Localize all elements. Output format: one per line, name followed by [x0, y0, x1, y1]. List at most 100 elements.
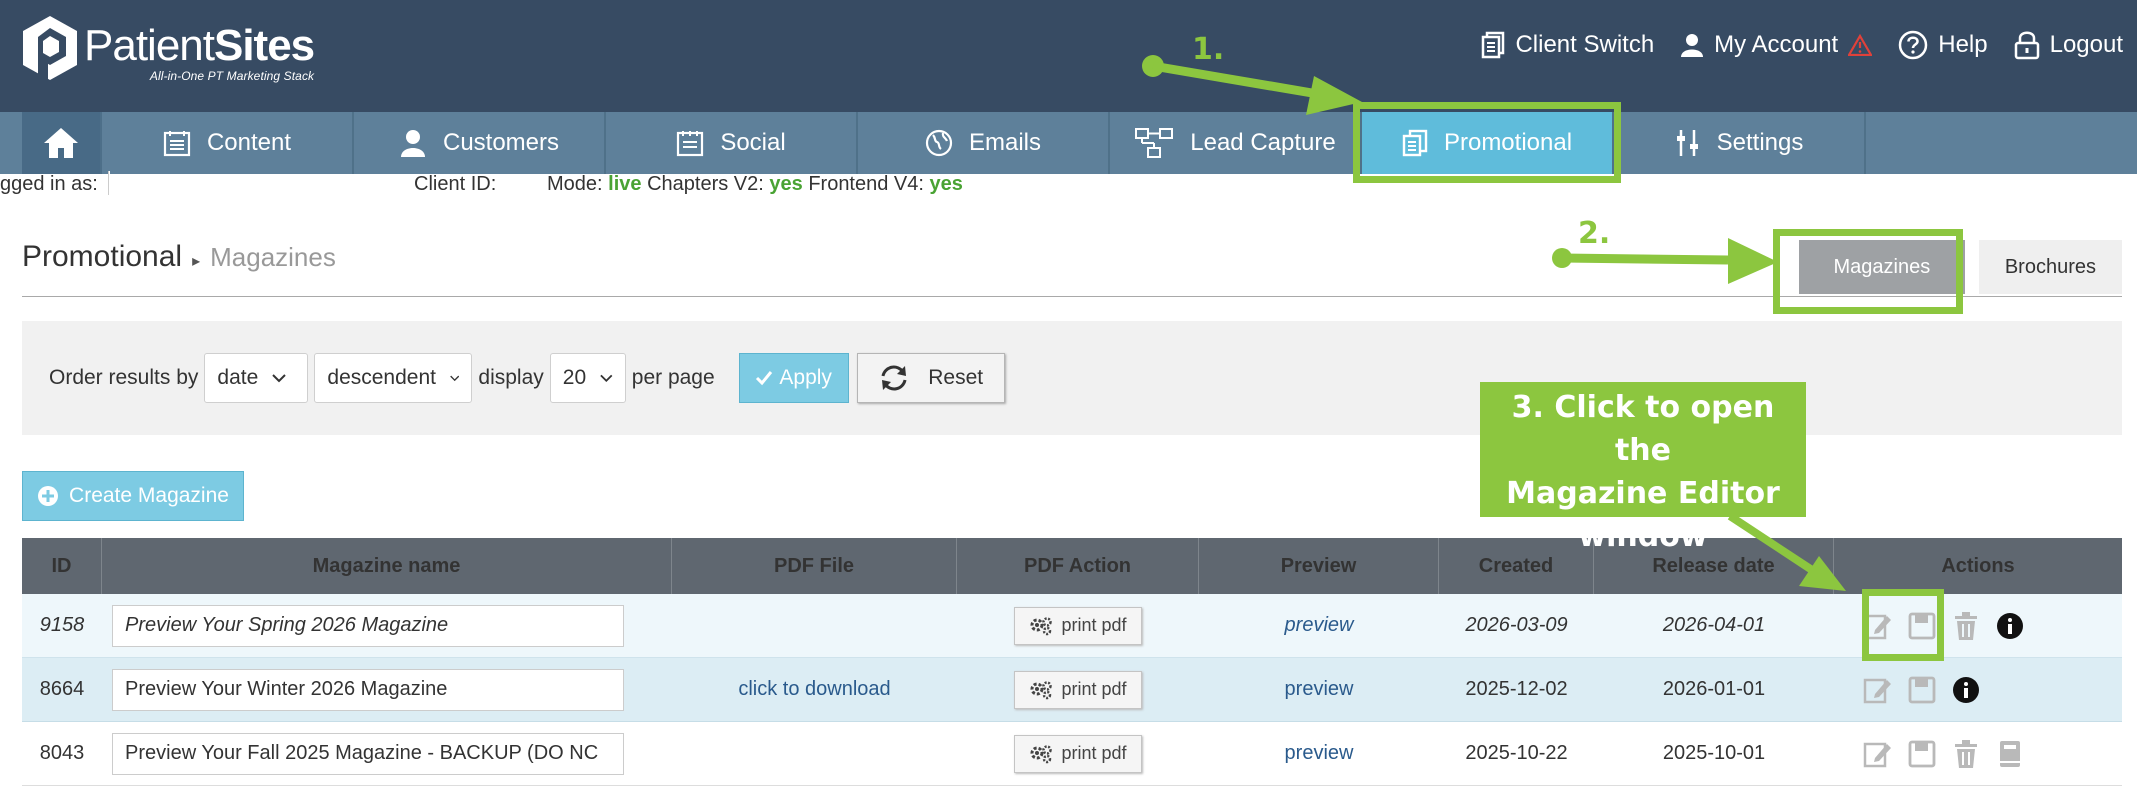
nav-item-promotional[interactable]: Promotional — [1362, 112, 1614, 174]
lock-icon — [2014, 31, 2039, 60]
apply-label: Apply — [779, 366, 832, 389]
row-id: 8664 — [39, 678, 85, 700]
book-icon[interactable] — [1995, 739, 2025, 769]
chevron-down-icon — [600, 374, 613, 382]
save-icon[interactable] — [1907, 611, 1937, 641]
client-switch-link[interactable]: Client Switch — [1481, 30, 1654, 60]
nav-item-lead-capture-label: Lead Capture — [1190, 129, 1336, 156]
preview-link[interactable]: preview — [1285, 678, 1354, 701]
brand-name-part2: Sites — [213, 21, 315, 70]
content-icon — [163, 131, 191, 157]
gears-icon — [1030, 744, 1053, 763]
nav-item-settings[interactable]: Settings — [1614, 112, 1866, 174]
created-date: 2026-03-09 — [1465, 614, 1568, 636]
logout-link[interactable]: Logout — [2014, 30, 2123, 60]
chevron-down-icon — [272, 373, 286, 382]
print-pdf-button[interactable]: print pdf — [1014, 734, 1142, 773]
breadcrumb-separator-icon: ▸ — [192, 253, 201, 270]
social-icon — [677, 131, 704, 157]
created-date: 2025-12-02 — [1465, 678, 1568, 700]
callout-line-2: Magazine Editor — [1506, 476, 1780, 511]
print-pdf-label: print pdf — [1061, 743, 1127, 763]
edit-icon[interactable] — [1863, 611, 1893, 641]
info-icon[interactable] — [1995, 611, 2025, 641]
nav-item-emails[interactable]: Emails — [858, 112, 1110, 174]
preview-link[interactable]: preview — [1285, 742, 1354, 765]
column-header-preview[interactable]: Preview — [1199, 538, 1439, 594]
arrow-step-2-icon — [1552, 238, 1778, 284]
chapters-label: Chapters V2: — [647, 173, 764, 195]
info-icon[interactable] — [1951, 675, 1981, 705]
nav-item-social[interactable]: Social — [606, 112, 858, 174]
edit-icon[interactable] — [1863, 675, 1893, 705]
user-icon — [1681, 34, 1704, 57]
per-page-label: per page — [631, 366, 715, 389]
tab-magazines[interactable]: Magazines — [1798, 240, 1965, 294]
chevron-down-icon — [450, 375, 460, 381]
save-icon[interactable] — [1907, 739, 1937, 769]
row-id: 8043 — [39, 742, 85, 764]
gears-icon — [1030, 680, 1053, 699]
preview-link[interactable]: preview — [1285, 614, 1354, 637]
nav-item-lead-capture[interactable]: Lead Capture — [1110, 112, 1362, 174]
client-id-label: Client ID: — [414, 173, 497, 195]
magazine-name-input[interactable]: Preview Your Fall 2025 Magazine - BACKUP… — [112, 732, 624, 775]
print-pdf-label: print pdf — [1061, 615, 1127, 635]
brand-name-part1: Patient — [84, 21, 215, 70]
help-label: Help — [1938, 31, 1988, 58]
gears-icon — [1030, 616, 1053, 635]
direction-select[interactable]: descendent — [314, 353, 473, 403]
logout-label: Logout — [2049, 31, 2123, 58]
per-page-select[interactable]: 20 — [549, 353, 626, 403]
page-title: Promotional — [22, 240, 183, 273]
order-by-select[interactable]: date — [204, 353, 309, 403]
direction-value: descendent — [327, 366, 436, 389]
brand-name: PatientSites — [84, 21, 315, 70]
column-header-id[interactable]: ID — [22, 538, 102, 594]
print-pdf-button[interactable]: print pdf — [1014, 606, 1142, 645]
magazines-table: ID Magazine name PDF File PDF Action Pre… — [22, 538, 2122, 786]
column-header-actions: Actions — [1941, 554, 2015, 577]
logged-in-label: gged in as: — [0, 173, 98, 195]
help-icon — [1898, 30, 1928, 60]
logged-in-value-mark — [108, 171, 110, 195]
table-header: ID Magazine name PDF File PDF Action Pre… — [22, 538, 2122, 594]
help-link[interactable]: Help — [1898, 30, 1988, 60]
refresh-icon — [881, 365, 907, 391]
settings-icon — [1676, 130, 1698, 156]
frontend-value: yes — [929, 173, 963, 195]
column-header-pdf-action[interactable]: PDF Action — [957, 538, 1199, 594]
nav-item-settings-label: Settings — [1716, 129, 1804, 156]
release-date: 2026-04-01 — [1662, 614, 1766, 636]
pdf-download-link[interactable]: click to download — [738, 678, 890, 701]
tab-brochures[interactable]: Brochures — [1978, 240, 2122, 294]
magazine-name-input[interactable]: Preview Your Spring 2026 Magazine — [112, 604, 624, 647]
print-pdf-button[interactable]: print pdf — [1014, 670, 1142, 709]
section-tabs: Magazines Brochures — [1798, 240, 2122, 294]
column-header-created[interactable]: Created — [1439, 538, 1594, 594]
column-header-pdf-file[interactable]: PDF File — [672, 538, 957, 594]
promotional-icon — [1402, 129, 1428, 157]
heading-divider — [22, 296, 2122, 297]
create-magazine-button[interactable]: Create Magazine — [22, 471, 244, 521]
nav-home[interactable] — [22, 112, 102, 174]
nav-item-content[interactable]: Content — [102, 112, 354, 174]
apply-button[interactable]: Apply — [738, 353, 849, 403]
frontend-label: Frontend V4: — [808, 173, 924, 195]
patientsites-logo-mark-icon — [23, 16, 77, 80]
globe-icon — [925, 129, 953, 157]
edit-icon[interactable] — [1863, 739, 1893, 769]
reset-button[interactable]: Reset — [856, 353, 1005, 403]
nav-item-customers[interactable]: Customers — [354, 112, 606, 174]
display-label: display — [478, 366, 544, 389]
column-header-release-date[interactable]: Release date — [1594, 538, 1834, 594]
patientsites-logo[interactable]: PatientSites All-in-One PT Marketing Sta… — [20, 14, 315, 83]
save-icon[interactable] — [1907, 675, 1937, 705]
trash-icon[interactable] — [1951, 739, 1981, 769]
create-magazine-label: Create Magazine — [69, 484, 229, 507]
my-account-link[interactable]: My Account — [1680, 30, 1873, 60]
trash-icon[interactable] — [1951, 611, 1981, 641]
magazine-name-input[interactable]: Preview Your Winter 2026 Magazine — [112, 668, 624, 711]
column-header-name[interactable]: Magazine name — [102, 538, 672, 594]
chapters-value: yes — [769, 173, 803, 195]
